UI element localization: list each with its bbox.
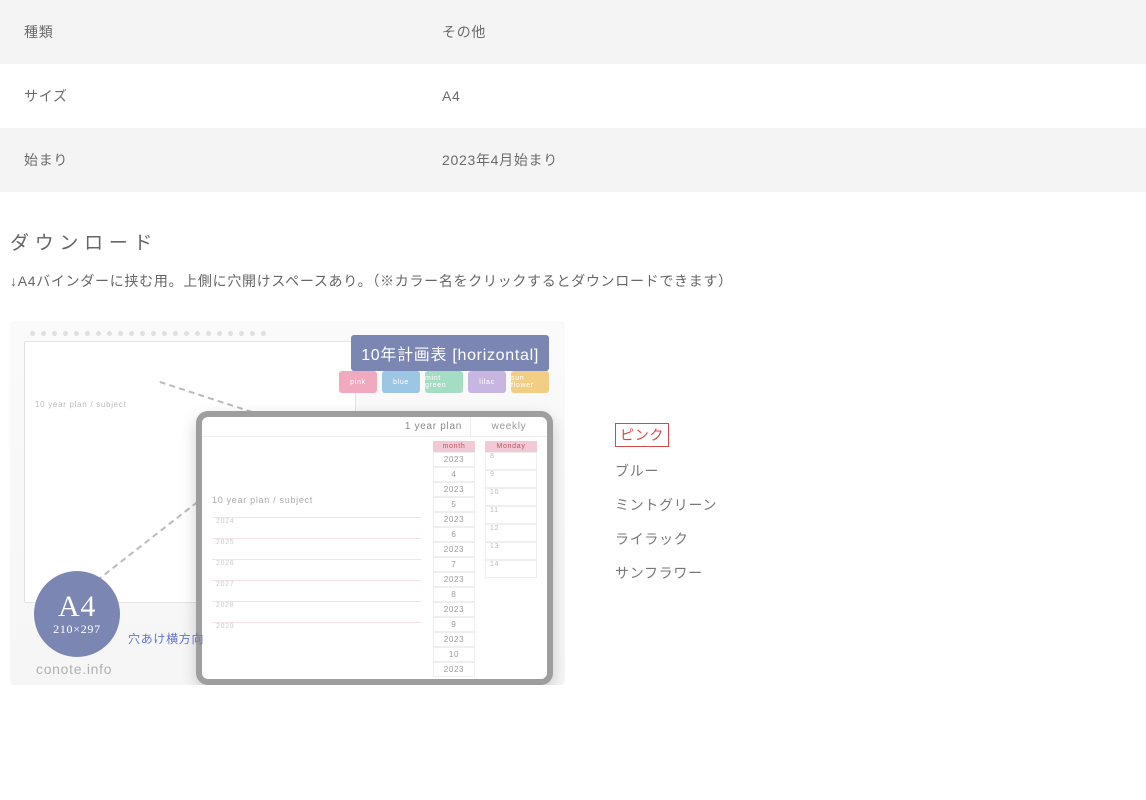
spec-label: 始まり [0,128,418,192]
spec-row: 始まり 2023年4月始まり [0,128,1146,192]
spec-table: 種類 その他 サイズ A4 始まり 2023年4月始まり [0,0,1146,192]
chip-blue: blue [382,371,420,393]
zoom-subject-title: 10 year plan / subject [212,495,313,505]
download-link-lilac[interactable]: ライラック [615,529,717,549]
color-download-links: ピンク ブルー ミントグリーン ライラック サンフラワー [615,423,717,583]
template-preview-image: 10年計画表 [horizontal] pink blue mint green… [10,321,565,685]
download-section-title: ダウンロード [10,228,1146,255]
spec-row: 種類 その他 [0,0,1146,64]
zoom-weekly-column: Monday 89 1011 1213 14 [485,441,537,578]
preview-zoom-card: 1 year plan weekly 10 year plan / subjec… [196,411,553,685]
spec-label: サイズ [0,64,418,128]
chip-sun: sun flower [511,371,549,393]
spec-row: サイズ A4 [0,64,1146,128]
chip-lilac: lilac [468,371,506,393]
download-description: ↓A4バインダーに挟む用。上側に穴開けスペースあり。（※カラー名をクリックすると… [10,271,1146,291]
a4-size-badge: A4 210×297 [34,571,120,657]
zoom-plan-title: 1 year plan [202,417,470,436]
preview-credit: conote.info [36,661,112,677]
spec-label: 種類 [0,0,418,64]
preview-banner: 10年計画表 [horizontal] [351,335,549,371]
spec-value: 2023年4月始まり [418,128,1146,192]
chip-pink: pink [339,371,377,393]
zoom-weekly-title: weekly [470,417,547,436]
zoom-plan-lines: 20242025 20262027 20282029 [212,517,421,669]
spec-value: A4 [418,64,1146,128]
chip-mint: mint green [425,371,463,393]
preview-color-chips: pink blue mint green lilac sun flower [339,371,549,393]
download-link-sunflower[interactable]: サンフラワー [615,563,717,583]
download-link-pink[interactable]: ピンク [615,423,669,447]
download-link-mintgreen[interactable]: ミントグリーン [615,495,717,515]
spec-value: その他 [418,0,1146,64]
zoom-year-column: month 20234 20235 20236 20237 20238 2023… [433,441,475,677]
download-link-blue[interactable]: ブルー [615,461,717,481]
a4-orientation-note: 穴あけ横方向 [128,630,204,647]
